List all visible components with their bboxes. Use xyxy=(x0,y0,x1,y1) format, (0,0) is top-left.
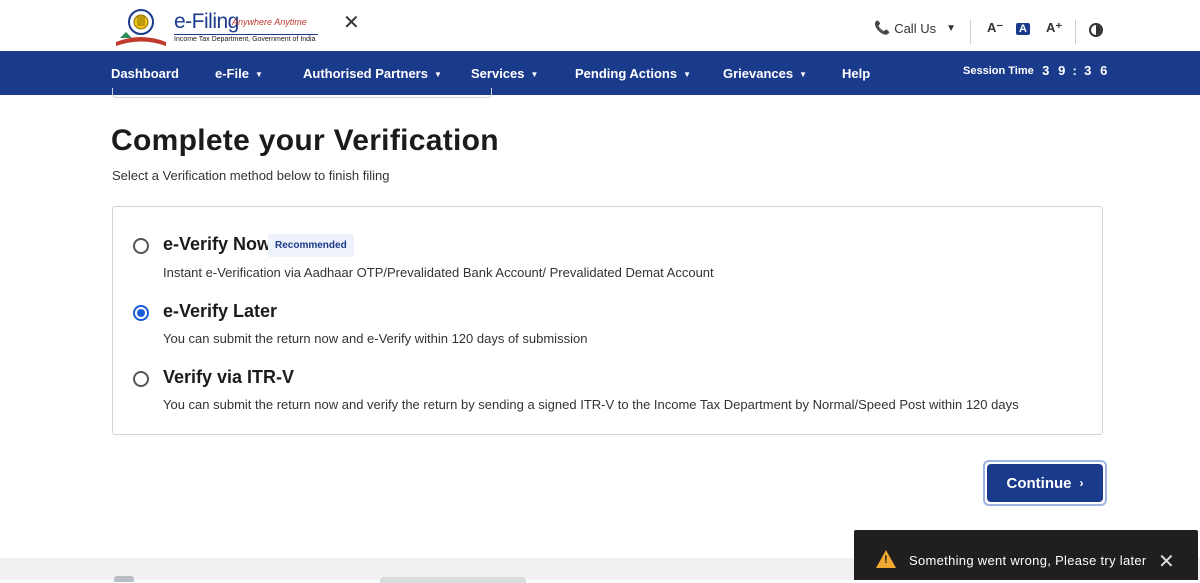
nav-label: Dashboard xyxy=(111,66,179,81)
call-us-label: Call Us xyxy=(894,20,937,36)
nav-label: Grievances xyxy=(723,66,794,81)
chevron-right-icon: › xyxy=(1079,476,1084,490)
nav-label: Help xyxy=(842,66,871,81)
call-us-dropdown[interactable]: 📞 Call Us ▼ xyxy=(874,20,956,36)
logo-tagline: Anywhere Anytime xyxy=(232,17,307,27)
continue-button[interactable]: Continue › xyxy=(987,464,1103,502)
nav-authorised-partners[interactable]: Authorised Partners ▼ xyxy=(303,66,442,81)
footer-badge xyxy=(380,577,526,583)
nav-help[interactable]: Help xyxy=(842,66,870,81)
chevron-down-icon: ▼ xyxy=(799,70,808,79)
divider xyxy=(970,20,971,44)
nav-efile[interactable]: e-File ▼ xyxy=(215,66,263,81)
radio-everify-now[interactable] xyxy=(133,238,149,254)
nav-label: Services xyxy=(471,66,525,81)
session-colon: : xyxy=(1072,63,1077,78)
nav-dashboard[interactable]: Dashboard xyxy=(111,66,179,81)
chevron-down-icon: ▼ xyxy=(530,70,539,79)
chevron-down-icon: ▼ xyxy=(254,70,263,79)
logo-title: e-Filing xyxy=(174,10,239,33)
option-description: You can submit the return now and e-Veri… xyxy=(163,331,588,346)
option-title: e-Verify Now xyxy=(163,234,272,254)
session-digit: 3 xyxy=(1042,63,1050,78)
chevron-down-icon: ▼ xyxy=(683,70,691,79)
session-digit: 3 xyxy=(1084,63,1092,78)
nav-grievances[interactable]: Grievances ▼ xyxy=(723,66,807,81)
phone-icon: 📞 xyxy=(874,20,891,35)
session-timer: Session Time 3 9 : 3 6 xyxy=(963,63,1112,78)
warning-icon: ! xyxy=(876,550,896,568)
divider xyxy=(1075,20,1076,44)
chevron-down-icon: ▼ xyxy=(946,22,956,34)
efiling-logo[interactable]: e-Filing Anywhere Anytime Income Tax Dep… xyxy=(110,6,320,48)
font-reset-button[interactable]: A xyxy=(1016,23,1030,35)
nav-label: Pending Actions xyxy=(575,66,678,81)
chevron-down-icon: ▼ xyxy=(433,70,442,79)
top-header: e-Filing Anywhere Anytime Income Tax Dep… xyxy=(0,0,1200,51)
radio-everify-later[interactable] xyxy=(133,305,149,321)
font-increase-button[interactable]: A⁺ xyxy=(1046,20,1062,36)
recommended-badge: Recommended xyxy=(268,234,354,257)
verification-options-card: e-Verify Now Recommended Instant e-Verif… xyxy=(112,206,1103,435)
session-digit: 9 xyxy=(1058,63,1066,78)
option-title: Verify via ITR-V xyxy=(163,367,295,387)
continue-label: Continue xyxy=(1006,474,1072,492)
close-icon[interactable]: ✕ xyxy=(343,10,360,35)
option-description: You can submit the return now and verify… xyxy=(163,397,1019,412)
footer-logo xyxy=(114,576,134,582)
session-digit: 6 xyxy=(1100,63,1108,78)
contrast-icon[interactable] xyxy=(1089,23,1103,37)
nav-label: e-File xyxy=(215,66,249,81)
nav-label: Authorised Partners xyxy=(303,66,428,81)
radio-verify-itrv[interactable] xyxy=(133,371,149,387)
page-title: Complete your Verification xyxy=(111,124,499,157)
session-label: Session Time xyxy=(963,64,1034,77)
emblem-icon xyxy=(116,9,166,46)
page-subtitle: Select a Verification method below to fi… xyxy=(112,168,390,183)
collapsed-panel xyxy=(112,88,492,98)
continue-focus-ring: Continue › xyxy=(983,460,1107,506)
font-decrease-button[interactable]: A⁻ xyxy=(987,20,1003,36)
option-title: e-Verify Later xyxy=(163,301,278,321)
close-icon[interactable]: ✕ xyxy=(1158,549,1175,574)
nav-services[interactable]: Services ▼ xyxy=(471,66,538,81)
logo-subtitle: Income Tax Department, Government of Ind… xyxy=(174,34,318,43)
option-description: Instant e-Verification via Aadhaar OTP/P… xyxy=(163,265,714,280)
nav-pending-actions[interactable]: Pending Actions ▼ xyxy=(575,66,691,81)
error-toast: ! Something went wrong, Please try later… xyxy=(854,530,1198,580)
toast-message: Something went wrong, Please try later xyxy=(909,553,1147,568)
